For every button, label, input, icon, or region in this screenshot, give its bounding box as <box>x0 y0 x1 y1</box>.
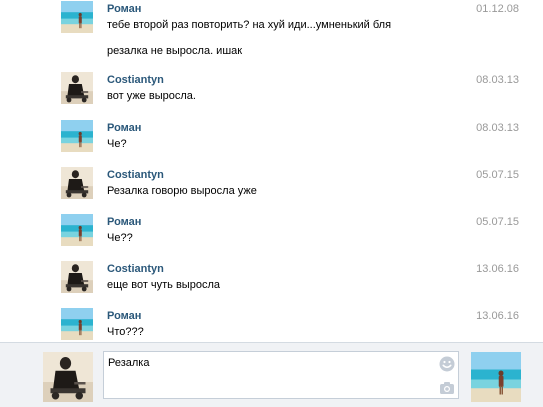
avatar[interactable] <box>61 120 93 152</box>
message-item: Роман 08.03.13 Че? <box>0 120 543 160</box>
message-item: Costiantyn 13.06.16 еще вот чуть выросла <box>0 261 543 301</box>
message-text: еще вот чуть выросла <box>107 279 220 291</box>
avatar[interactable] <box>61 261 93 293</box>
my-avatar[interactable] <box>43 352 93 402</box>
message-text: вот уже выросла. <box>107 90 196 102</box>
message-date[interactable]: 13.06.16 <box>476 263 519 275</box>
author-name[interactable]: Роман <box>107 216 141 228</box>
message-text: Че? <box>107 138 127 150</box>
avatar[interactable] <box>61 72 93 104</box>
message-thread: Роман 01.12.08 тебе второй раз повторить? … <box>0 0 543 343</box>
author-name[interactable]: Costiantyn <box>107 74 164 86</box>
message-item: Роман 05.07.15 Че?? <box>0 214 543 254</box>
avatar[interactable] <box>61 167 93 199</box>
avatar[interactable] <box>61 308 93 340</box>
camera-icon[interactable] <box>438 379 456 397</box>
message-composer <box>0 342 543 407</box>
message-text: Че?? <box>107 232 133 244</box>
message-item: Costiantyn 05.07.15 Резалка говорю выросла… <box>0 167 543 207</box>
message-text: Резалка говорю выросла уже <box>107 185 257 197</box>
author-name[interactable]: Costiantyn <box>107 263 164 275</box>
avatar[interactable] <box>61 214 93 246</box>
message-text: резалка не выросла. ишак <box>107 45 243 57</box>
peer-avatar[interactable] <box>471 352 521 402</box>
message-input[interactable] <box>103 351 459 399</box>
message-date[interactable]: 05.07.15 <box>476 216 519 228</box>
message-item: Costiantyn 08.03.13 вот уже выросла. <box>0 72 543 112</box>
author-name[interactable]: Costiantyn <box>107 169 164 181</box>
message-date[interactable]: 08.03.13 <box>476 74 519 86</box>
message-item: Роман 01.12.08 тебе второй раз повторить? … <box>0 1 543 63</box>
author-name[interactable]: Роман <box>107 122 141 134</box>
message-text: Что??? <box>107 326 144 338</box>
message-text: тебе второй раз повторить? на хуй иди...… <box>107 19 392 31</box>
message-date[interactable]: 01.12.08 <box>476 3 519 15</box>
smile-icon[interactable] <box>438 355 456 373</box>
avatar[interactable] <box>61 1 93 33</box>
message-item: Роман 13.06.16 Что??? <box>0 308 543 343</box>
author-name[interactable]: Роман <box>107 3 141 15</box>
message-date[interactable]: 13.06.16 <box>476 310 519 322</box>
message-date[interactable]: 08.03.13 <box>476 122 519 134</box>
author-name[interactable]: Роман <box>107 310 141 322</box>
message-date[interactable]: 05.07.15 <box>476 169 519 181</box>
